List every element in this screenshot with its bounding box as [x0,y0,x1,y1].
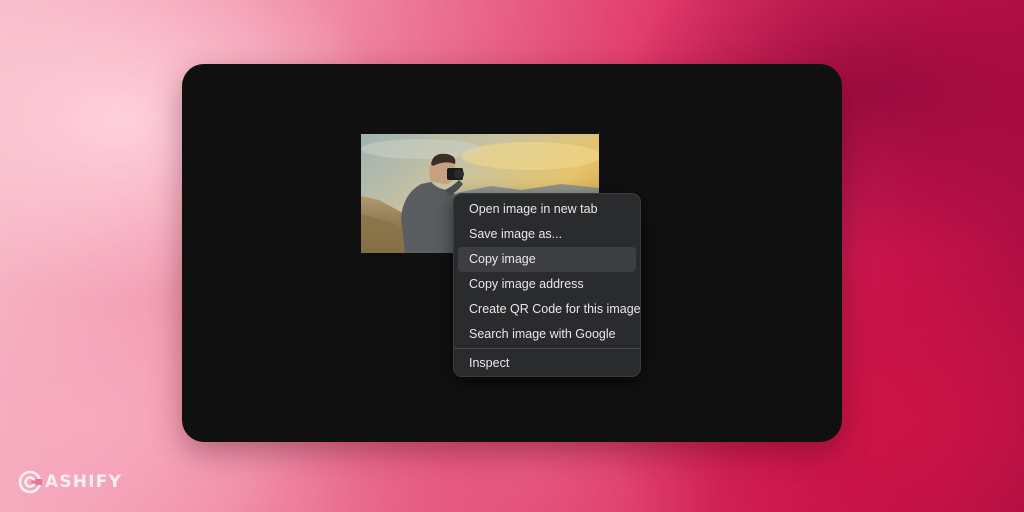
menu-item-copy-image-address[interactable]: Copy image address [458,272,636,297]
menu-item-inspect[interactable]: Inspect [458,351,636,376]
cashify-logo-icon [18,470,42,494]
menu-item-open-image-new-tab[interactable]: Open image in new tab [458,197,636,222]
context-menu: Open image in new tab Save image as... C… [453,193,641,377]
menu-item-save-image-as[interactable]: Save image as... [458,222,636,247]
menu-item-copy-image[interactable]: Copy image [458,247,636,272]
menu-separator [454,348,640,349]
menu-item-create-qr-code[interactable]: Create QR Code for this image [458,297,641,322]
brand-name: ASHIFY [45,472,123,492]
cashify-watermark: ASHIFY [18,468,122,496]
menu-item-search-image-google[interactable]: Search image with Google [458,322,636,347]
